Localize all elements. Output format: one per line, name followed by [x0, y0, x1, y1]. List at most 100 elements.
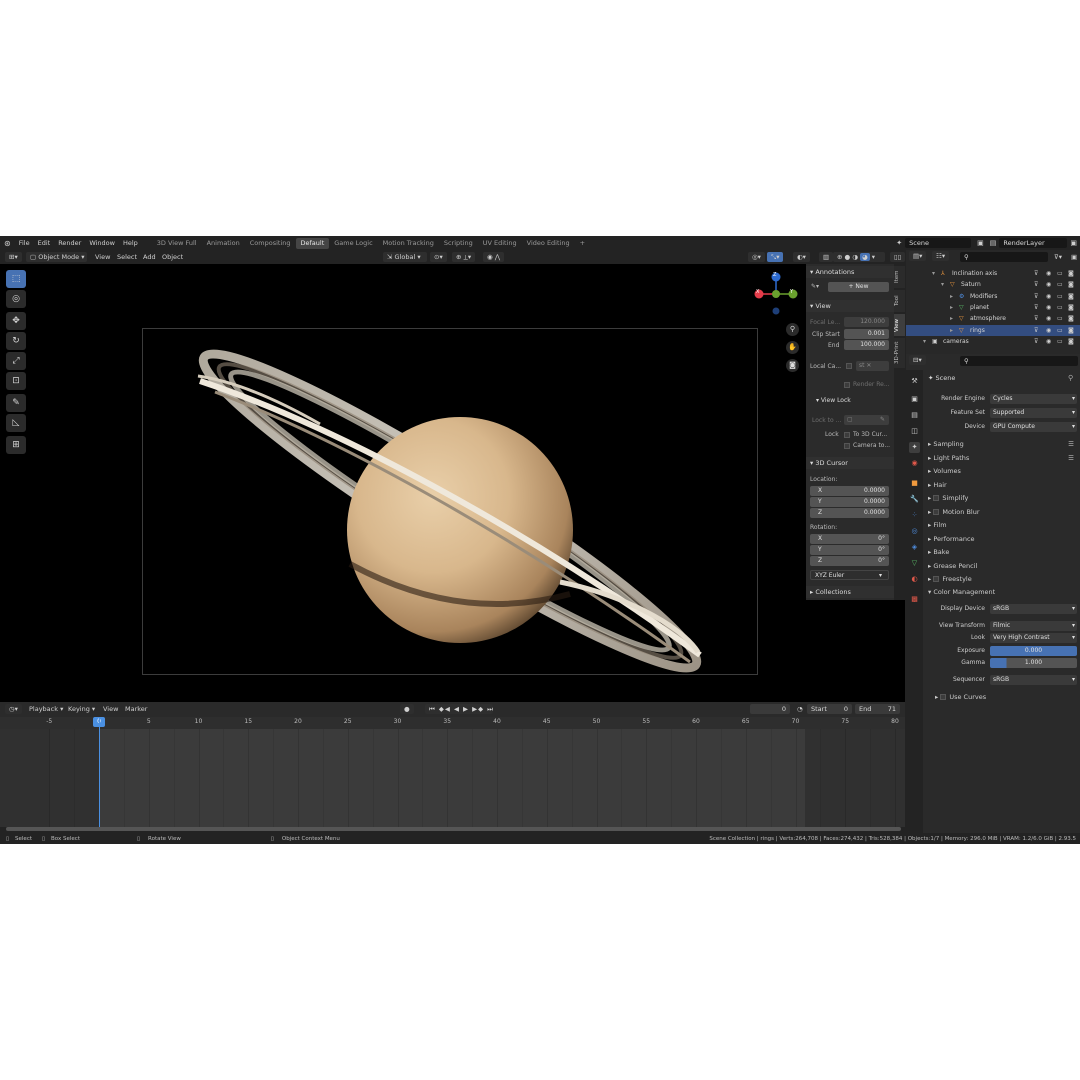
physics-tab-icon[interactable]: ◎ — [909, 526, 920, 537]
cursor-rotation-z[interactable]: Z 0° — [810, 556, 889, 566]
record-icon[interactable]: ● — [400, 704, 414, 714]
annotations-header[interactable]: ▾ Annotations — [806, 266, 894, 278]
3d-viewport[interactable]: Z Y X ⚲ ✋ ◙ — [0, 264, 905, 702]
view-lock-header[interactable]: ▾ View Lock — [816, 397, 851, 404]
use-curves-row[interactable]: ▸ Use Curves — [930, 691, 1080, 704]
menu-keying[interactable]: Keying ▾ — [65, 704, 98, 714]
outliner-editor-icon[interactable]: ▤▾ — [909, 251, 927, 261]
render-region-checkbox[interactable]: Render Re... — [844, 381, 890, 388]
tab-animation[interactable]: Animation — [202, 238, 245, 249]
copy-layer-icon[interactable]: ▣ — [1070, 239, 1077, 247]
outliner-display-mode[interactable]: ☷▾ — [932, 251, 950, 261]
menu-view[interactable]: View — [92, 252, 113, 262]
shading-modes-icon[interactable]: ⊕ ● ◑ ◕ ▾ — [833, 252, 885, 262]
tab-3d-print[interactable]: 3D-Print — [894, 338, 905, 368]
3d-cursor-header[interactable]: ▾ 3D Cursor — [806, 457, 894, 469]
view-layer-tab-icon[interactable]: ◫ — [909, 426, 920, 437]
tab-compositing[interactable]: Compositing — [245, 238, 296, 249]
timeline-ruler[interactable]: -55101520253035404550556065707580 0 — [0, 717, 905, 729]
menu-render[interactable]: Render — [54, 239, 85, 247]
eye-icon[interactable]: ◉ — [1046, 313, 1051, 324]
outliner-row[interactable]: ▾ ▣ cameras ⊽ ◉ ▭ ◙ — [906, 336, 1080, 347]
playback-controls[interactable]: ⏮ ◆◀ ◀ ▶ ▶◆ ⏭ — [425, 704, 493, 714]
eye-icon[interactable]: ◉ — [1046, 279, 1051, 290]
tab-uv-editing[interactable]: UV Editing — [478, 238, 522, 249]
pivot-icon[interactable]: ⊙▾ — [430, 252, 447, 262]
menu-playback[interactable]: Playback ▾ — [26, 704, 66, 714]
render-camera-icon[interactable]: ◙ — [1068, 336, 1074, 347]
pin-icon[interactable]: ⚲ — [1068, 374, 1073, 382]
timeline-editor-icon[interactable]: ◷▾ — [5, 704, 22, 714]
render-camera-icon[interactable]: ◙ — [1068, 291, 1074, 302]
expand-arrow-icon[interactable]: ▸ — [950, 325, 953, 336]
selectable-filter-icon[interactable]: ⊽ — [1034, 336, 1038, 347]
tool-tab-icon[interactable]: ⚒ — [909, 376, 920, 387]
zoom-icon[interactable]: ⚲ — [786, 323, 799, 336]
menu-help[interactable]: Help — [119, 239, 142, 247]
selectable-filter-icon[interactable]: ⊽ — [1034, 313, 1038, 324]
tab-item[interactable]: Item — [894, 266, 905, 288]
section-volumes[interactable]: ▸ Volumes — [923, 465, 1080, 478]
camera-to-view-checkbox[interactable]: Camera to... — [844, 442, 890, 449]
selectable-filter-icon[interactable]: ⊽ — [1034, 279, 1038, 290]
gamma-slider[interactable]: 1.000 — [990, 658, 1077, 668]
scale-icon[interactable]: ⤢ — [6, 352, 26, 370]
cursor-location-z[interactable]: Z 0.0000 — [810, 508, 889, 518]
viewport-disable-icon[interactable]: ▭ — [1057, 268, 1063, 279]
blender-logo-icon[interactable]: ⊛ — [0, 239, 15, 248]
clip-start-field[interactable]: 0.001 — [844, 329, 889, 339]
cursor-icon[interactable]: ◎ — [6, 290, 26, 308]
texture-tab-icon[interactable]: ▩ — [909, 594, 920, 605]
selectable-filter-icon[interactable]: ⊽ — [1034, 302, 1038, 313]
color-management-header[interactable]: ▾ Color Management — [923, 586, 1080, 599]
look-dropdown[interactable]: Very High Contrast ▾ — [990, 633, 1077, 643]
lock-to-cursor-checkbox[interactable]: To 3D Cur... — [844, 431, 887, 438]
viewport-disable-icon[interactable]: ▭ — [1057, 313, 1063, 324]
expand-arrow-icon[interactable]: ▾ — [923, 336, 926, 347]
eye-icon[interactable]: ◉ — [1046, 325, 1051, 336]
render-engine-dropdown[interactable]: Cycles ▾ — [990, 394, 1077, 404]
menu-window[interactable]: Window — [85, 239, 119, 247]
display-device-dropdown[interactable]: sRGB ▾ — [990, 604, 1077, 614]
material-tab-icon[interactable]: ◐ — [909, 574, 920, 585]
end-frame-field[interactable]: End 71 — [855, 704, 900, 714]
expand-arrow-icon[interactable]: ▸ — [950, 313, 953, 324]
annotation-tool-icon[interactable]: ✎▾ — [811, 283, 819, 290]
pan-hand-icon[interactable]: ✋ — [786, 341, 799, 354]
eye-icon[interactable]: ◉ — [1046, 336, 1051, 347]
view-layer-selector[interactable]: RenderLayer — [999, 238, 1068, 248]
timeline-scrollbar[interactable] — [6, 827, 901, 831]
section-light-paths[interactable]: ▸ Light Paths ☰ — [923, 452, 1080, 465]
scene-selector[interactable]: Scene — [905, 238, 972, 248]
render-camera-icon[interactable]: ◙ — [1068, 302, 1074, 313]
outliner-row[interactable]: ▾ ⅄ Inclination axis ⊽ ◉ ▭ ◙ — [906, 268, 1080, 279]
select-box-icon[interactable]: ⬚ — [6, 270, 26, 288]
proportional-edit-icon[interactable]: ◉ ⋀ — [483, 252, 505, 262]
eye-icon[interactable]: ◉ — [1046, 268, 1051, 279]
viewport-disable-icon[interactable]: ▭ — [1057, 291, 1063, 302]
move-icon[interactable]: ✥ — [6, 312, 26, 330]
xray-icon[interactable]: ▥ — [819, 252, 834, 262]
menu-timeline-view[interactable]: View — [100, 704, 121, 714]
outliner-row[interactable]: ▸ ▽ atmosphere ⊽ ◉ ▭ ◙ — [906, 313, 1080, 324]
collections-header[interactable]: ▸ Collections — [806, 586, 894, 598]
section-grease-pencil[interactable]: ▸ Grease Pencil — [923, 560, 1080, 573]
world-tab-icon[interactable]: ◉ — [909, 458, 920, 469]
add-workspace-button[interactable]: + — [575, 238, 590, 249]
cursor-rotation-y[interactable]: Y 0° — [810, 545, 889, 555]
selectable-filter-icon[interactable]: ⊽ — [1034, 291, 1038, 302]
tab-default[interactable]: Default — [295, 237, 330, 249]
measure-icon[interactable]: ◺ — [6, 414, 26, 432]
menu-select[interactable]: Select — [114, 252, 140, 262]
section-sampling[interactable]: ▸ Sampling ☰ — [923, 438, 1080, 451]
menu-add[interactable]: Add — [140, 252, 159, 262]
camera-view-icon[interactable]: ◙ — [786, 359, 799, 372]
local-camera-checkbox[interactable] — [846, 362, 855, 369]
annotate-icon[interactable]: ✎ — [6, 394, 26, 412]
copy-scene-icon[interactable]: ▣ — [977, 239, 984, 247]
presets-list-icon[interactable]: ☰ — [1068, 452, 1074, 465]
outliner-search-input[interactable]: ⚲ — [960, 252, 1048, 262]
transform-orientation-dropdown[interactable]: ⇲ Global ▾ — [383, 252, 427, 262]
navigation-gizmo[interactable]: Z Y X — [753, 271, 799, 317]
cursor-rotation-x[interactable]: X 0° — [810, 534, 889, 544]
